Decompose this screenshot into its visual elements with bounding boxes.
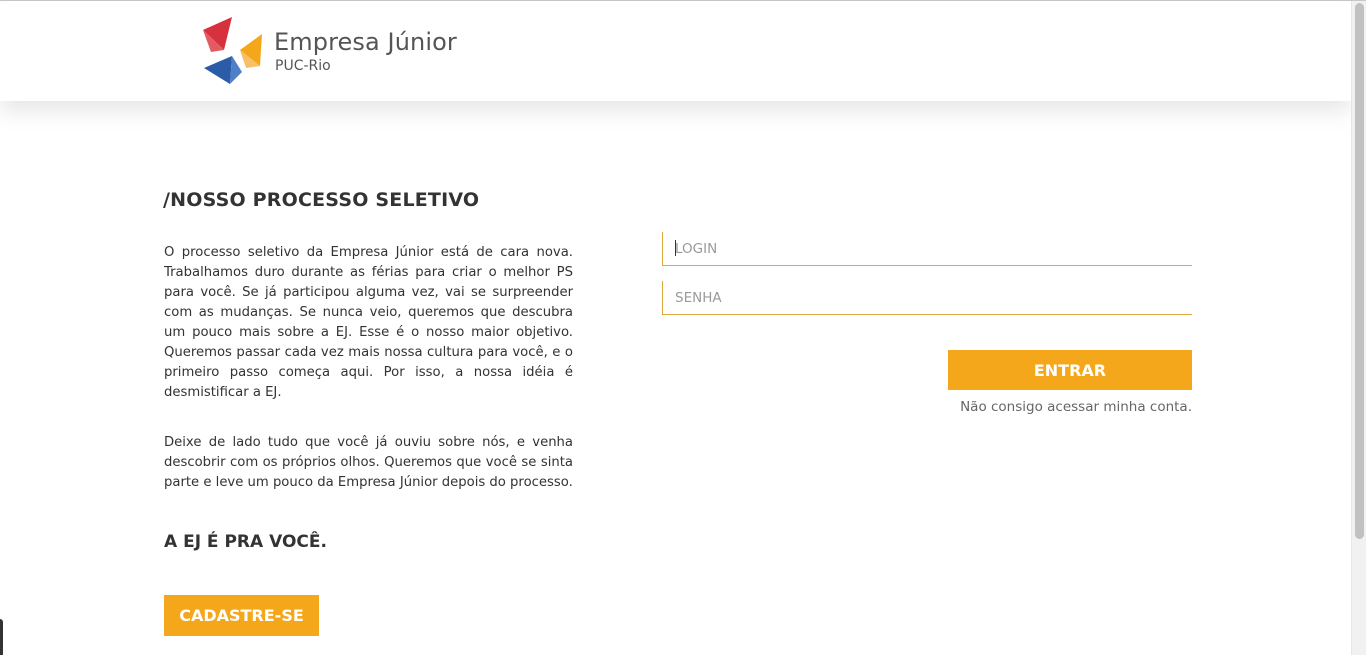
login-button[interactable]: ENTRAR bbox=[948, 350, 1192, 390]
logo-name: Empresa Júnior bbox=[274, 28, 457, 56]
section-title: /NOSSO PROCESSO SELETIVO bbox=[163, 189, 480, 211]
scrollbar-thumb[interactable] bbox=[1355, 3, 1364, 539]
signup-button[interactable]: CADASTRE-SE bbox=[164, 595, 319, 636]
page: Empresa Júnior PUC-Rio /NOSSO PROCESSO S… bbox=[0, 0, 1366, 655]
tagline: A EJ É PRA VOCÊ. bbox=[164, 532, 327, 552]
text-cursor bbox=[675, 240, 676, 256]
invite-paragraph: Deixe de lado tudo que você já ouviu sob… bbox=[164, 435, 573, 490]
site-header: Empresa Júnior PUC-Rio bbox=[0, 1, 1351, 101]
login-input[interactable] bbox=[662, 232, 1192, 266]
logo-icon bbox=[203, 17, 262, 84]
edge-tab bbox=[0, 619, 3, 655]
password-input[interactable] bbox=[662, 281, 1192, 315]
logo[interactable]: Empresa Júnior PUC-Rio bbox=[202, 16, 462, 86]
forgot-account-link[interactable]: Não consigo acessar minha conta. bbox=[960, 399, 1192, 415]
vertical-scrollbar[interactable] bbox=[1351, 1, 1366, 655]
logo-subtitle: PUC-Rio bbox=[275, 58, 331, 74]
intro-paragraph: O processo seletivo da Empresa Júnior es… bbox=[164, 245, 573, 400]
